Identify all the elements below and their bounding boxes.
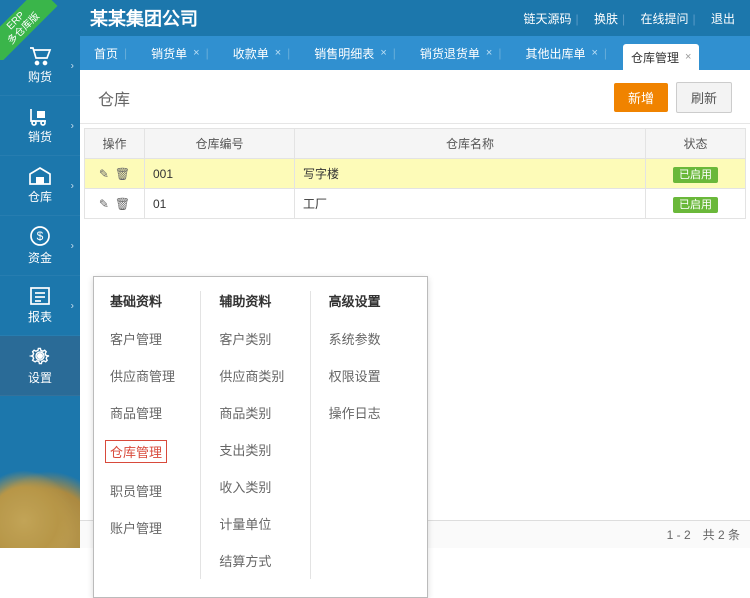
cell-name: 工厂 xyxy=(295,189,646,219)
tab-label: 首页 xyxy=(94,45,118,62)
popover-item[interactable]: 收入类别 xyxy=(219,477,271,496)
sidebar-item-report[interactable]: 报表 › xyxy=(0,276,80,336)
svg-text:$: $ xyxy=(37,229,44,243)
close-icon[interactable]: × xyxy=(591,47,597,59)
popover-column: 基础资料客户管理供应商管理商品管理仓库管理职员管理账户管理 xyxy=(110,291,192,579)
popover-item[interactable]: 账户管理 xyxy=(110,518,162,537)
chevron-right-icon: › xyxy=(71,300,74,311)
page-title: 仓库 xyxy=(98,86,614,110)
page-header: 仓库 新增 刷新 xyxy=(80,70,750,124)
report-icon xyxy=(29,286,51,306)
sidebar-item-label: 购货 xyxy=(28,68,52,85)
sidebar-item-label: 销货 xyxy=(28,128,52,145)
app-header: 某某集团公司 链天源码| 换肤| 在线提问| 退出 xyxy=(0,0,750,36)
popover-item[interactable]: 商品类别 xyxy=(219,403,271,422)
cell-code: 01 xyxy=(145,189,295,219)
tab-receipt[interactable]: 收款单×| xyxy=(225,40,305,66)
popover-column: 高级设置系统参数权限设置操作日志 xyxy=(310,291,411,579)
popover-column-title: 辅助资料 xyxy=(219,291,301,310)
popover-item[interactable]: 客户类别 xyxy=(219,329,271,348)
sidebar-item-sales[interactable]: 销货 › xyxy=(0,96,80,156)
company-name: 某某集团公司 xyxy=(90,5,516,31)
popover-item[interactable]: 商品管理 xyxy=(110,403,162,422)
sidebar-item-finance[interactable]: $ 资金 › xyxy=(0,216,80,276)
tab-warehouse-mgmt[interactable]: 仓库管理 × xyxy=(623,44,699,70)
sidebar-item-label: 报表 xyxy=(28,308,52,325)
tab-other-out[interactable]: 其他出库单×| xyxy=(517,40,621,66)
sidebar-item-label: 资金 xyxy=(28,249,52,266)
popover-item[interactable]: 计量单位 xyxy=(219,514,271,533)
tab-label: 其他出库单 xyxy=(525,45,585,62)
popover-item[interactable]: 供应商类别 xyxy=(219,366,284,385)
col-name: 仓库名称 xyxy=(295,129,646,159)
popover-item[interactable]: 操作日志 xyxy=(329,403,381,422)
gear-icon xyxy=(29,345,51,367)
cell-name: 写字楼 xyxy=(295,159,646,189)
chevron-right-icon: › xyxy=(71,180,74,191)
chevron-right-icon: › xyxy=(71,240,74,251)
tab-bar: 首页| 销货单×| 收款单×| 销售明细表×| 销货退货单×| 其他出库单×| … xyxy=(80,36,750,70)
close-icon[interactable]: × xyxy=(380,47,386,59)
popover-item[interactable]: 支出类别 xyxy=(219,440,271,459)
popover-item[interactable]: 职员管理 xyxy=(110,481,162,500)
popover-column-title: 基础资料 xyxy=(110,291,192,310)
chevron-right-icon: › xyxy=(71,60,74,71)
close-icon[interactable]: × xyxy=(275,47,281,59)
link-logout[interactable]: 退出 xyxy=(711,12,735,26)
delete-icon[interactable]: 🗑 xyxy=(115,197,130,211)
header-links: 链天源码| 换肤| 在线提问| 退出 xyxy=(516,10,735,27)
popover-item[interactable]: 供应商管理 xyxy=(110,366,175,385)
corner-ribbon: ERP 多仓库版 xyxy=(0,0,60,60)
tab-label: 收款单 xyxy=(233,45,269,62)
edit-icon[interactable]: ✎ xyxy=(99,167,109,181)
new-button[interactable]: 新增 xyxy=(614,83,668,112)
col-operate: 操作 xyxy=(85,129,145,159)
close-icon[interactable]: × xyxy=(193,47,199,59)
popover-item[interactable]: 客户管理 xyxy=(110,329,162,348)
popover-item[interactable]: 仓库管理 xyxy=(105,440,167,463)
chevron-right-icon: › xyxy=(71,120,74,131)
popover-column: 辅助资料客户类别供应商类别商品类别支出类别收入类别计量单位结算方式 xyxy=(200,291,301,579)
status-badge: 已启用 xyxy=(673,167,718,183)
edit-icon[interactable]: ✎ xyxy=(99,197,109,211)
sidebar-item-label: 仓库 xyxy=(28,188,52,205)
tab-sales-order[interactable]: 销货单×| xyxy=(143,40,223,66)
popover-item[interactable]: 系统参数 xyxy=(329,329,381,348)
warehouse-table: 操作 仓库编号 仓库名称 状态 ✎🗑001写字楼已启用✎🗑01工厂已启用 xyxy=(84,128,746,219)
close-icon[interactable]: × xyxy=(486,47,492,59)
delete-icon[interactable]: 🗑 xyxy=(115,167,130,181)
col-status: 状态 xyxy=(646,129,746,159)
tab-label: 仓库管理 xyxy=(631,49,679,66)
sidebar-bg-image xyxy=(0,458,80,548)
popover-column-title: 高级设置 xyxy=(329,291,411,310)
tab-home[interactable]: 首页| xyxy=(86,40,141,66)
tab-label: 销货单 xyxy=(151,45,187,62)
settings-popover: 基础资料客户管理供应商管理商品管理仓库管理职员管理账户管理 辅助资料客户类别供应商… xyxy=(93,276,428,598)
tab-sales-return[interactable]: 销货退货单×| xyxy=(412,40,516,66)
popover-item[interactable]: 结算方式 xyxy=(219,551,271,570)
status-badge: 已启用 xyxy=(673,197,718,213)
money-icon: $ xyxy=(29,225,51,247)
link-source[interactable]: 链天源码 xyxy=(524,12,572,26)
link-skin[interactable]: 换肤 xyxy=(594,12,618,26)
sidebar-item-warehouse[interactable]: 仓库 › xyxy=(0,156,80,216)
sidebar-item-label: 设置 xyxy=(28,369,52,386)
popover-item[interactable]: 权限设置 xyxy=(329,366,381,385)
refresh-button[interactable]: 刷新 xyxy=(676,82,732,113)
tab-label: 销货退货单 xyxy=(420,45,480,62)
col-code: 仓库编号 xyxy=(145,129,295,159)
tab-label: 销售明细表 xyxy=(314,45,374,62)
link-ask[interactable]: 在线提问 xyxy=(641,12,689,26)
pager-summary: 1 - 2 共 2 条 xyxy=(667,526,740,543)
close-icon[interactable]: × xyxy=(685,51,691,63)
tab-sales-detail[interactable]: 销售明细表×| xyxy=(306,40,410,66)
dolly-icon xyxy=(28,106,52,126)
sidebar-item-settings[interactable]: 设置 xyxy=(0,336,80,396)
cell-code: 001 xyxy=(145,159,295,189)
sidebar: 购货 › 销货 › 仓库 › $ 资金 › 报表 › 设置 xyxy=(0,36,80,548)
table-row[interactable]: ✎ 🗑 01工厂 已启用 xyxy=(85,189,746,219)
table-row[interactable]: ✎ 🗑 001写字楼 已启用 xyxy=(85,159,746,189)
warehouse-icon xyxy=(28,166,52,186)
